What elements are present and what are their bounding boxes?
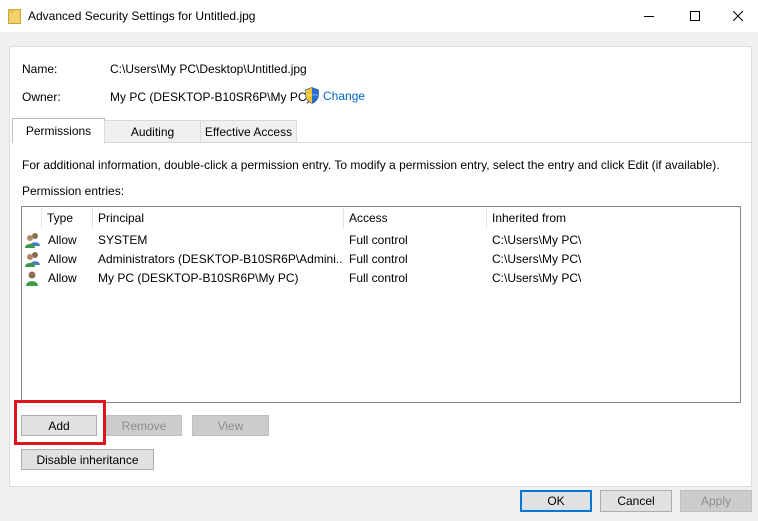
table-row[interactable]: Allow Administrators (DESKTOP-B10SR6P\Ad… bbox=[22, 250, 740, 269]
row-access: Full control bbox=[349, 233, 408, 247]
row-access: Full control bbox=[349, 252, 408, 266]
uac-shield-icon bbox=[305, 87, 319, 104]
maximize-icon bbox=[690, 11, 700, 21]
minimize-button[interactable] bbox=[626, 0, 672, 32]
cancel-button[interactable]: Cancel bbox=[600, 490, 672, 512]
column-header-access[interactable]: Access bbox=[344, 207, 487, 229]
row-type: Allow bbox=[48, 233, 77, 247]
tab-auditing[interactable]: Auditing bbox=[104, 120, 201, 142]
add-button-highlight bbox=[14, 400, 106, 445]
tab-strip-line bbox=[12, 142, 752, 143]
column-header-principal[interactable]: Principal bbox=[93, 207, 344, 229]
minimize-icon bbox=[644, 16, 654, 17]
row-inherited-from: C:\Users\My PC\ bbox=[492, 252, 582, 266]
row-access: Full control bbox=[349, 271, 408, 285]
row-principal: Administrators (DESKTOP-B10SR6P\Admini..… bbox=[98, 252, 342, 266]
row-type: Allow bbox=[48, 271, 77, 285]
row-principal: My PC (DESKTOP-B10SR6P\My PC) bbox=[98, 271, 299, 285]
name-label: Name: bbox=[22, 62, 58, 76]
window-title: Advanced Security Settings for Untitled.… bbox=[28, 9, 256, 23]
maximize-button[interactable] bbox=[672, 0, 718, 32]
table-row[interactable]: Allow My PC (DESKTOP-B10SR6P\My PC) Full… bbox=[22, 269, 740, 288]
owner-label: Owner: bbox=[22, 90, 61, 104]
close-icon bbox=[733, 11, 743, 21]
permissions-info-text: For additional information, double-click… bbox=[22, 158, 720, 172]
row-inherited-from: C:\Users\My PC\ bbox=[492, 233, 582, 247]
apply-button[interactable]: Apply bbox=[680, 490, 752, 512]
column-header-type[interactable]: Type bbox=[42, 207, 93, 229]
close-button[interactable] bbox=[718, 0, 758, 32]
permission-entries-list[interactable]: Type Principal Access Inherited from All… bbox=[21, 206, 741, 403]
column-header-inherited-from[interactable]: Inherited from bbox=[487, 207, 740, 229]
remove-button[interactable]: Remove bbox=[106, 415, 182, 436]
ok-button[interactable]: OK bbox=[520, 490, 592, 512]
users-group-icon bbox=[25, 252, 40, 267]
user-icon bbox=[26, 271, 38, 286]
permission-entries-label: Permission entries: bbox=[22, 184, 125, 198]
folder-icon bbox=[8, 9, 21, 24]
row-type: Allow bbox=[48, 252, 77, 266]
change-owner-link[interactable]: Change bbox=[323, 89, 365, 103]
table-row[interactable]: Allow SYSTEM Full control C:\Users\My PC… bbox=[22, 231, 740, 250]
column-header-icon[interactable] bbox=[22, 207, 42, 229]
tab-permissions[interactable]: Permissions bbox=[12, 118, 105, 143]
users-group-icon bbox=[25, 233, 40, 248]
title-bar: Advanced Security Settings for Untitled.… bbox=[0, 0, 758, 32]
name-value: C:\Users\My PC\Desktop\Untitled.jpg bbox=[110, 62, 307, 76]
disable-inheritance-button[interactable]: Disable inheritance bbox=[21, 449, 154, 470]
row-inherited-from: C:\Users\My PC\ bbox=[492, 271, 582, 285]
tab-effective-access[interactable]: Effective Access bbox=[200, 120, 297, 142]
owner-value: My PC (DESKTOP-B10SR6P\My PC) bbox=[110, 90, 311, 104]
row-principal: SYSTEM bbox=[98, 233, 148, 247]
view-button[interactable]: View bbox=[192, 415, 269, 436]
